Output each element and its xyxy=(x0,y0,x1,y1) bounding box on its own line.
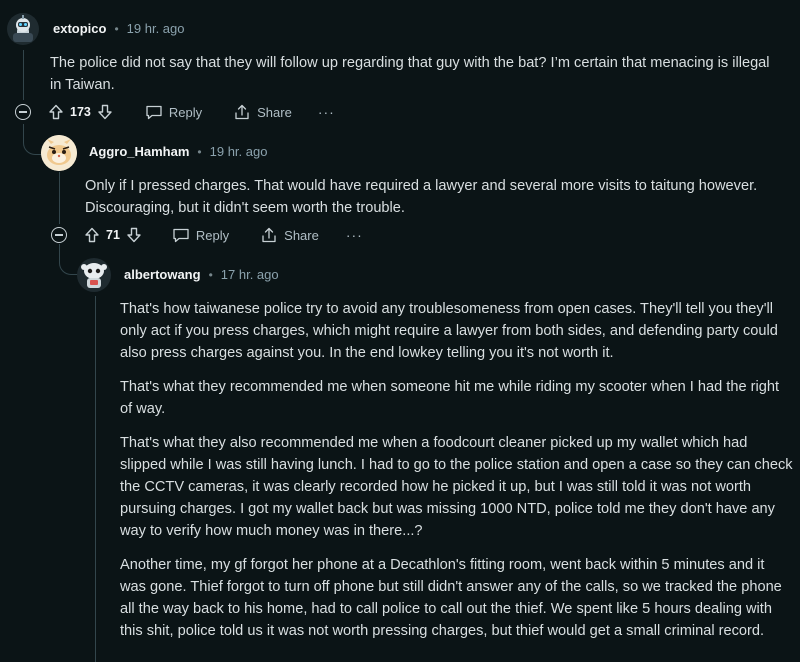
avatar[interactable] xyxy=(7,13,39,45)
reply-label: Reply xyxy=(195,227,230,243)
separator-dot: • xyxy=(208,267,213,282)
username[interactable]: extopico xyxy=(53,21,106,36)
thread-line xyxy=(23,50,24,100)
comment-line: That's how taiwanese police try to avoid… xyxy=(120,301,773,317)
comment-line: Another time, my gf forgot her phone at … xyxy=(120,557,765,573)
share-button[interactable]: Share xyxy=(260,227,319,243)
comment-paragraph: Another time, my gf forgot her phone at … xyxy=(120,554,793,642)
share-label: Share xyxy=(284,227,319,243)
upvote-icon[interactable] xyxy=(48,104,64,120)
thread-branch xyxy=(23,124,42,155)
share-icon xyxy=(235,104,249,120)
comment-line: of way. xyxy=(120,401,166,417)
username[interactable]: albertowang xyxy=(124,267,201,282)
reply-icon xyxy=(173,228,189,243)
comment-line: That's what they recommended me when som… xyxy=(120,379,780,395)
comment-line: way to verify how much money was in ther… xyxy=(120,523,423,539)
thread-line xyxy=(95,296,96,662)
comment-body: Only if I pressed charges. That would ha… xyxy=(85,175,757,219)
reply-button[interactable]: Reply xyxy=(172,227,229,243)
comment-header: albertowang • 17 hr. ago xyxy=(124,267,279,282)
comment-line: was gone. Thief forgot to turn off phone… xyxy=(120,579,782,595)
avatar[interactable] xyxy=(77,258,111,292)
username[interactable]: Aggro_Hamham xyxy=(89,144,189,159)
vote-count: 71 xyxy=(106,228,120,242)
comment-line: The police did not say that they will fo… xyxy=(50,55,770,71)
comment-line: all the way back to his home, had to cal… xyxy=(120,601,772,617)
vote-group: 71 xyxy=(84,227,142,243)
more-options-button[interactable]: ··· xyxy=(346,227,363,243)
comment-line: only act if you press charges, which mig… xyxy=(120,323,778,339)
hamster-avatar-icon xyxy=(41,135,77,171)
downvote-icon[interactable] xyxy=(97,104,113,120)
timestamp[interactable]: 19 hr. ago xyxy=(127,21,185,36)
collapse-button[interactable] xyxy=(15,104,31,120)
comment-line: in Taiwan. xyxy=(50,77,115,93)
thread-branch xyxy=(59,244,78,275)
upvote-icon[interactable] xyxy=(84,227,100,243)
timestamp[interactable]: 19 hr. ago xyxy=(210,144,268,159)
snoo-avatar-icon xyxy=(81,263,107,288)
comment-paragraph: That's how taiwanese police try to avoid… xyxy=(120,298,793,364)
collapse-button[interactable] xyxy=(51,227,67,243)
thread-line xyxy=(59,172,60,224)
downvote-icon[interactable] xyxy=(126,227,142,243)
share-button[interactable]: Share xyxy=(233,104,292,120)
comment-line: also press charges against you. In the e… xyxy=(120,345,614,361)
timestamp[interactable]: 17 hr. ago xyxy=(221,267,279,282)
vote-count: 173 xyxy=(70,105,91,119)
reply-icon xyxy=(146,105,162,120)
comment-line: the CCTV cameras, it was clearly recorde… xyxy=(120,479,752,495)
comment-line: Discouraging, but it didn't seem worth t… xyxy=(85,200,405,216)
share-icon xyxy=(262,227,276,243)
comment-line: pursuing charges. I got my wallet back b… xyxy=(120,501,775,517)
reply-button[interactable]: Reply xyxy=(145,104,202,120)
comment-line: slipped while I was still having lunch. … xyxy=(120,457,793,473)
comment-line: That's what they also recommended me whe… xyxy=(120,435,748,451)
comment-line: Only if I pressed charges. That would ha… xyxy=(85,178,758,194)
avatar[interactable] xyxy=(41,135,77,171)
comment-header: extopico • 19 hr. ago xyxy=(53,21,185,36)
reply-label: Reply xyxy=(168,104,203,120)
comment-line: this shit, police told us it was not wor… xyxy=(120,623,765,639)
share-label: Share xyxy=(257,104,292,120)
comment-actions: 173 Reply Share ··· xyxy=(15,99,335,125)
comment-paragraph: That's what they recommended me when som… xyxy=(120,376,793,420)
more-options-button[interactable]: ··· xyxy=(318,104,335,120)
separator-dot: • xyxy=(114,21,119,36)
vote-group: 173 xyxy=(48,104,113,120)
snoo-avatar-icon xyxy=(13,15,33,42)
comment-body: The police did not say that they will fo… xyxy=(50,52,770,96)
comment-body: That's how taiwanese police try to avoid… xyxy=(120,298,793,654)
comment-header: Aggro_Hamham • 19 hr. ago xyxy=(89,144,267,159)
comment-paragraph: That's what they also recommended me whe… xyxy=(120,432,793,542)
separator-dot: • xyxy=(197,144,202,159)
comment-actions: 71 Reply Share ··· xyxy=(51,222,363,248)
